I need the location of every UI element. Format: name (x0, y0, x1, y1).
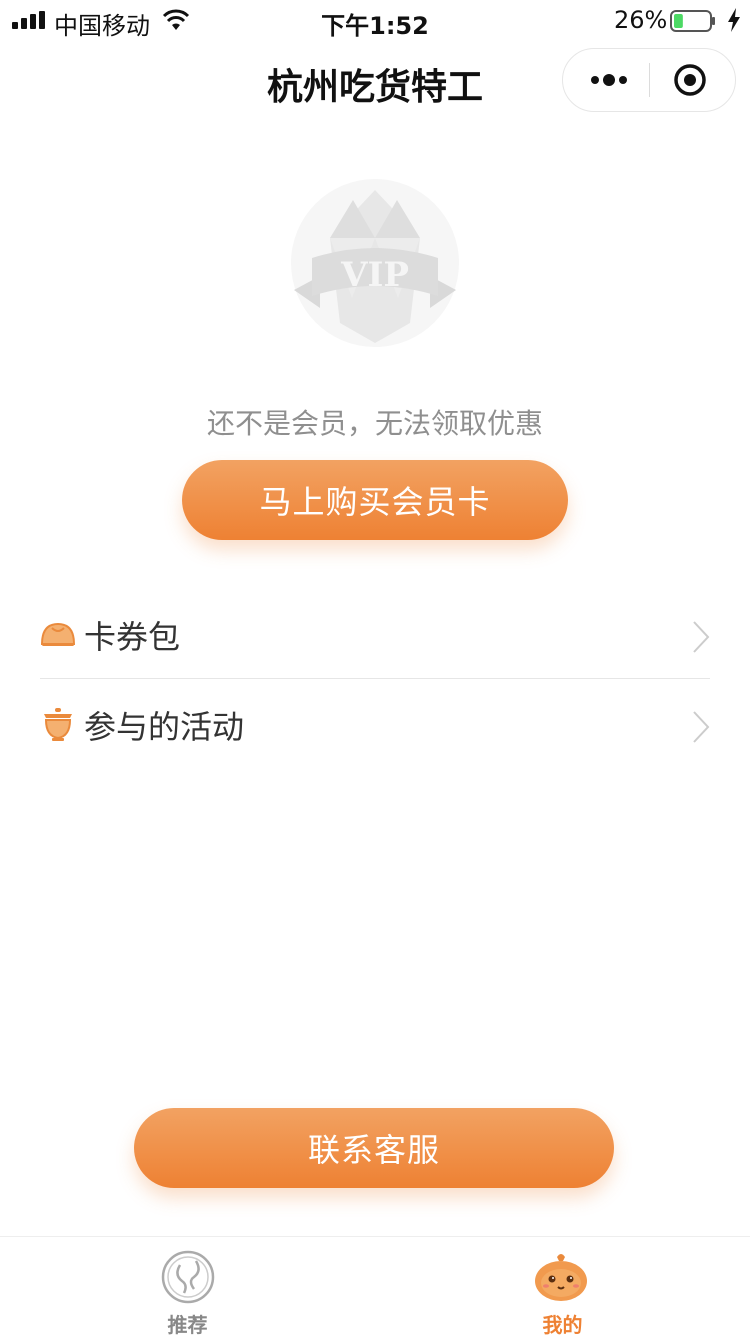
tab-recommend[interactable]: 推荐 (0, 1237, 375, 1337)
status-bar: 中国移动 下午1:52 26% (0, 0, 750, 40)
buy-membership-button[interactable]: 马上购买会员卡 (182, 460, 568, 540)
miniprogram-capsule (562, 48, 736, 112)
menu-item-label: 卡券包 (84, 618, 181, 656)
menu-item-activities[interactable]: 参与的活动 (40, 680, 710, 768)
battery-icon (670, 10, 715, 32)
menu-item-coupons[interactable]: 卡券包 (40, 590, 710, 679)
teacup-icon (44, 708, 72, 741)
capsule-divider (649, 63, 650, 97)
battery-percent: 26% (614, 6, 668, 34)
mascot-icon (535, 1254, 587, 1301)
charging-bolt-icon (728, 8, 740, 32)
target-close-icon[interactable] (673, 63, 707, 97)
bun-icon (40, 622, 76, 646)
more-dots-icon[interactable] (589, 65, 629, 95)
tab-bar: 推荐 我的 (0, 1236, 750, 1337)
vip-badge-text: VIP (340, 255, 409, 295)
chevron-right-icon (693, 711, 710, 743)
membership-notice: 还不是会员，无法领取优惠 (206, 407, 543, 440)
tab-mine[interactable]: 我的 (375, 1237, 750, 1337)
contact-service-button[interactable]: 联系客服 (134, 1108, 614, 1188)
vip-badge-icon: VIP (291, 179, 459, 347)
recommend-icon (161, 1250, 215, 1304)
menu-item-label: 参与的活动 (84, 708, 245, 746)
chevron-right-icon (693, 621, 710, 653)
